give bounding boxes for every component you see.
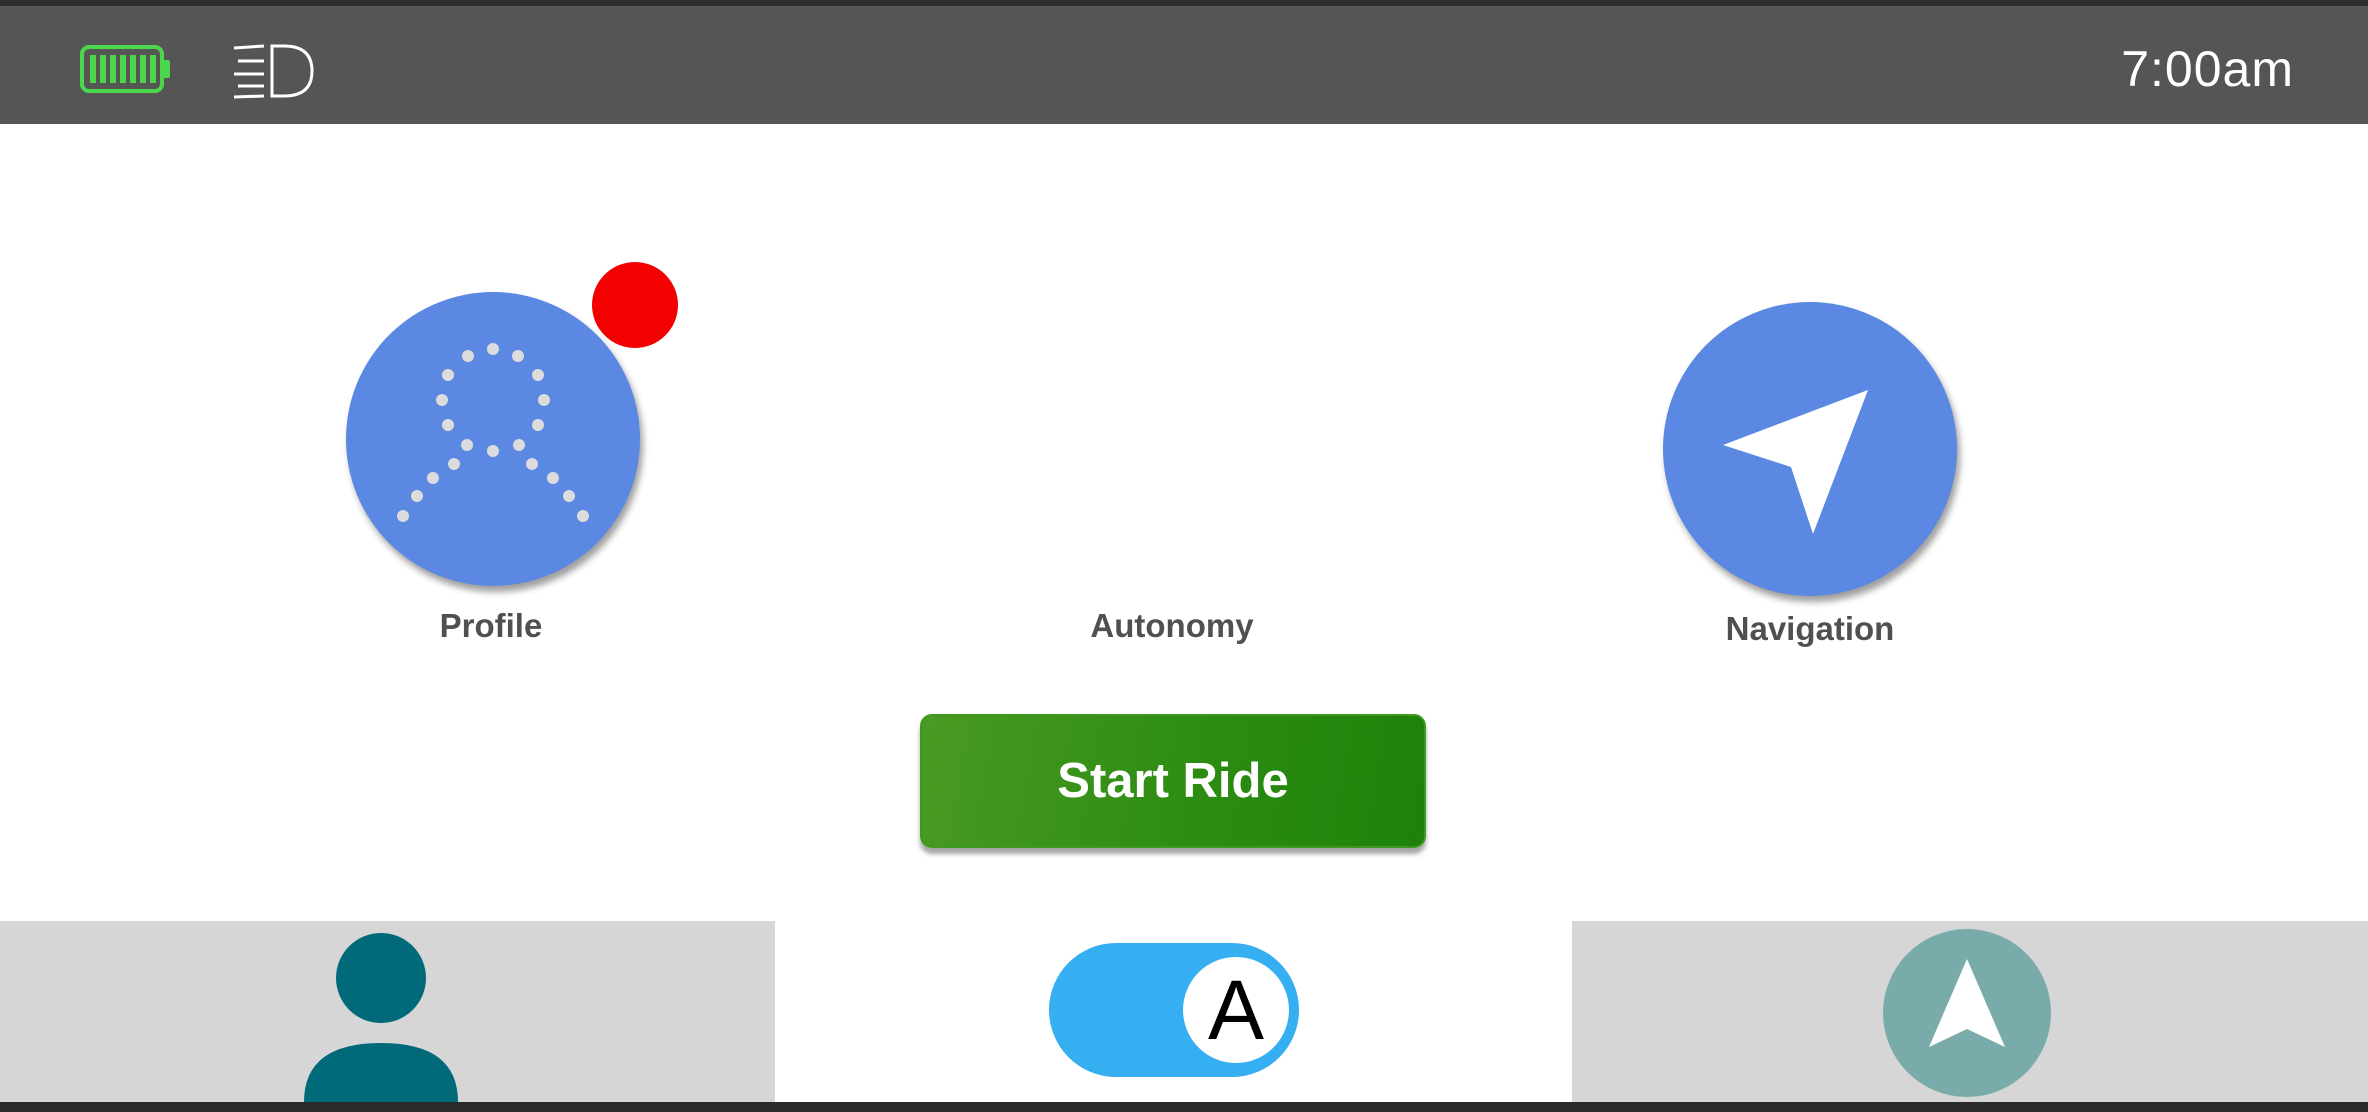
notification-badge (592, 262, 678, 348)
autonomy-toggle[interactable]: A (1049, 943, 1299, 1077)
status-bar: 7:00am (0, 6, 2368, 124)
navigation-arrow-icon (1723, 390, 1868, 534)
start-ride-button[interactable]: Start Ride (920, 714, 1426, 848)
main-panel: Profile Autonomy Navigation Start Ride (0, 124, 2368, 921)
profile-dots-icon (397, 343, 589, 522)
navigation-arrow-icon (1883, 929, 2051, 1097)
tab-profile[interactable] (0, 921, 775, 1102)
bottom-navigation-bar: A (0, 921, 2368, 1102)
clock: 7:00am (2121, 41, 2294, 97)
headlight-icon (233, 44, 314, 99)
navigation-label: Navigation (1725, 610, 1895, 647)
profile-button[interactable] (346, 292, 640, 586)
tab-autonomy[interactable]: A (775, 921, 1572, 1102)
person-icon (304, 933, 458, 1102)
navigation-button[interactable] (1663, 302, 1957, 596)
autonomy-label: Autonomy (1090, 607, 1254, 644)
bottom-edge (0, 1102, 2368, 1112)
toggle-knob: A (1183, 957, 1289, 1063)
profile-label: Profile (439, 607, 543, 644)
battery-full-icon (80, 45, 170, 93)
tab-navigation[interactable] (1572, 921, 2368, 1102)
